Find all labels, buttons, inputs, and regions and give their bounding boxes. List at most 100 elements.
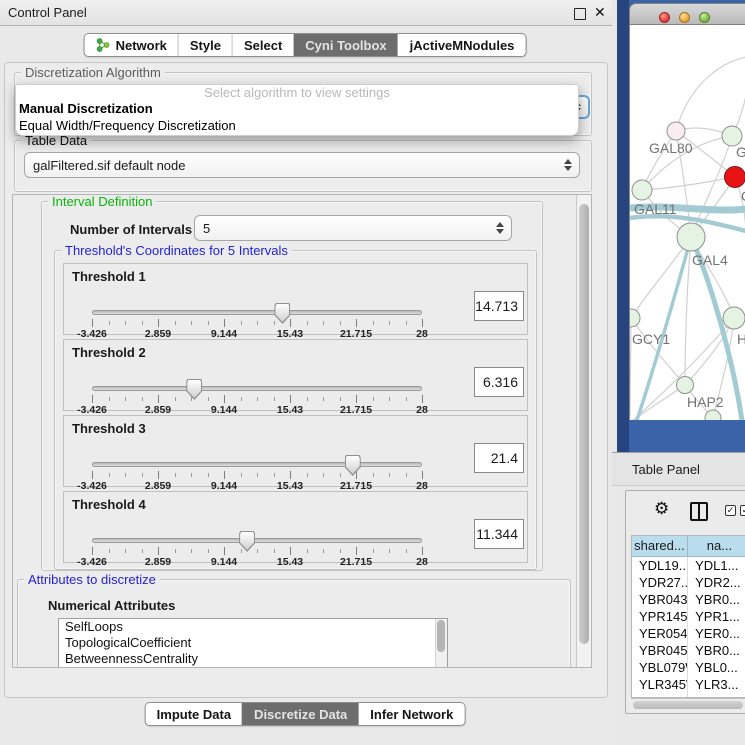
close-traffic-light-icon[interactable]: [659, 12, 670, 23]
scrollbar-thumb[interactable]: [437, 620, 445, 652]
slider-tick: [92, 319, 93, 327]
table-row[interactable]: YPR145WYPR1...: [632, 608, 745, 625]
column-header[interactable]: shared...: [632, 536, 688, 556]
threshold-value-field[interactable]: 21.4: [474, 443, 524, 473]
threshold-value-field[interactable]: 11.344: [474, 519, 524, 549]
slider-tick: [422, 319, 423, 327]
table-cell[interactable]: YDL1...: [688, 557, 745, 574]
tab-discretize-data[interactable]: Discretize Data: [242, 703, 358, 725]
number-of-intervals-combo[interactable]: 5: [194, 215, 512, 241]
algorithm-option-manual[interactable]: Manual Discretization: [16, 100, 578, 117]
table-row[interactable]: YDR27...YDR2...: [632, 574, 745, 591]
slider-thumb[interactable]: [239, 531, 255, 552]
group-title: Threshold's Coordinates for 5 Intervals: [61, 243, 292, 258]
table-row[interactable]: YLR345WYLR3...: [632, 676, 745, 693]
table-cell[interactable]: YBR0...: [688, 642, 745, 659]
slider-thumb[interactable]: [186, 379, 202, 400]
network-node[interactable]: [722, 126, 742, 146]
vertical-scrollbar[interactable]: [576, 195, 591, 667]
table-cell[interactable]: YER054C: [632, 625, 688, 642]
network-edge[interactable]: [642, 177, 735, 190]
network-node[interactable]: [632, 180, 652, 200]
tab-select[interactable]: Select: [232, 34, 293, 56]
attribute-item[interactable]: SelfLoops: [59, 619, 447, 635]
threshold-slider[interactable]: -3.4262.8599.14415.4321.71528: [92, 492, 422, 564]
zoom-traffic-light-icon[interactable]: [699, 12, 710, 23]
tab-network[interactable]: Network: [85, 34, 178, 56]
network-edge[interactable]: [631, 237, 691, 318]
table-cell[interactable]: YBL079W: [632, 659, 688, 676]
slider-thumb[interactable]: [345, 455, 361, 476]
table-cell[interactable]: YDR27...: [632, 574, 688, 591]
table-row[interactable]: YDL19...YDL1...: [632, 557, 745, 574]
table-row[interactable]: YBR045CYBR0...: [632, 642, 745, 659]
slider-thumb[interactable]: [274, 303, 290, 324]
checkbox-icon[interactable]: ✓: [725, 505, 736, 516]
threshold-value-field[interactable]: 6.316: [474, 367, 524, 397]
network-canvas[interactable]: GAL80GACGAL11GAL4GCY1HHAP2: [629, 25, 745, 420]
network-node[interactable]: [725, 167, 745, 188]
table-cell[interactable]: YBL0...: [688, 659, 745, 676]
table-data-combo[interactable]: galFiltered.sif default node: [24, 152, 580, 178]
node-table[interactable]: shared... na... YDL19...YDL1...YDR27...Y…: [631, 535, 745, 698]
slider-tick: [340, 473, 341, 477]
slider-thumb-face: [240, 532, 254, 550]
slider-tick: [224, 395, 225, 403]
table-row[interactable]: YBL079WYBL0...: [632, 659, 745, 676]
scrollbar-thumb[interactable]: [633, 701, 743, 709]
slider-tick: [158, 471, 159, 479]
slider-track[interactable]: [92, 386, 422, 391]
tab-cyni-toolbox[interactable]: Cyni Toolbox: [293, 34, 397, 56]
attribute-item[interactable]: BetweennessCentrality: [59, 651, 447, 667]
network-node[interactable]: [723, 307, 745, 329]
table-cell[interactable]: YER0...: [688, 625, 745, 642]
table-cell[interactable]: YPR145W: [632, 608, 688, 625]
algorithm-option-equal-width[interactable]: Equal Width/Frequency Discretization: [16, 117, 578, 134]
slider-track[interactable]: [92, 310, 422, 315]
threshold-slider[interactable]: -3.4262.8599.14415.4321.71528: [92, 264, 422, 336]
network-node[interactable]: [630, 309, 640, 327]
column-layout-icon[interactable]: [690, 502, 708, 521]
threshold-slider[interactable]: -3.4262.8599.14415.4321.71528: [92, 340, 422, 412]
table-cell[interactable]: YDR2...: [688, 574, 745, 591]
slider-track[interactable]: [92, 538, 422, 543]
table-cell[interactable]: YDL19...: [632, 557, 688, 574]
table-cell[interactable]: YBR043C: [632, 591, 688, 608]
slider-tick: [191, 473, 192, 477]
threshold-slider[interactable]: -3.4262.8599.14415.4321.71528: [92, 416, 422, 488]
attribute-item[interactable]: TopologicalCoefficient: [59, 635, 447, 651]
checkbox-icon[interactable]: ✓: [740, 505, 745, 516]
close-icon[interactable]: ✕: [594, 4, 606, 21]
network-node[interactable]: [677, 377, 694, 394]
table-cell[interactable]: YBR045C: [632, 642, 688, 659]
network-edge[interactable]: [676, 57, 745, 131]
horizontal-scrollbar[interactable]: [631, 698, 745, 711]
network-node[interactable]: [677, 223, 705, 251]
tab-impute-data[interactable]: Impute Data: [146, 703, 242, 725]
network-graph[interactable]: GAL80GACGAL11GAL4GCY1HHAP2: [630, 25, 745, 420]
gear-icon[interactable]: ⚙: [654, 499, 669, 519]
minimize-traffic-light-icon[interactable]: [679, 12, 690, 23]
network-edge[interactable]: [630, 318, 631, 417]
table-row[interactable]: YBR043CYBR0...: [632, 591, 745, 608]
column-header[interactable]: na...: [688, 536, 745, 556]
list-scrollbar[interactable]: [435, 619, 447, 668]
tab-infer-network[interactable]: Infer Network: [358, 703, 464, 725]
scrollbar-thumb[interactable]: [579, 204, 589, 644]
threshold-value-field[interactable]: 14.713: [474, 291, 524, 321]
network-node-label: GCY1: [632, 331, 670, 347]
table-row[interactable]: YER054CYER0...: [632, 625, 745, 642]
float-icon[interactable]: [574, 8, 586, 20]
slider-track[interactable]: [92, 462, 422, 467]
attributes-list[interactable]: SelfLoopsTopologicalCoefficientBetweenne…: [58, 618, 448, 668]
table-cell[interactable]: YLR3...: [688, 676, 745, 693]
tab-jactivemnodules[interactable]: jActiveMNodules: [398, 34, 526, 56]
slider-tick: [224, 319, 225, 327]
network-window-titlebar[interactable]: [629, 3, 745, 25]
table-cell[interactable]: YLR345W: [632, 676, 688, 693]
network-node[interactable]: [667, 122, 685, 140]
algorithm-placeholder: Select algorithm to view settings: [16, 85, 578, 100]
table-cell[interactable]: YPR1...: [688, 608, 745, 625]
tab-style[interactable]: Style: [178, 34, 232, 56]
table-cell[interactable]: YBR0...: [688, 591, 745, 608]
